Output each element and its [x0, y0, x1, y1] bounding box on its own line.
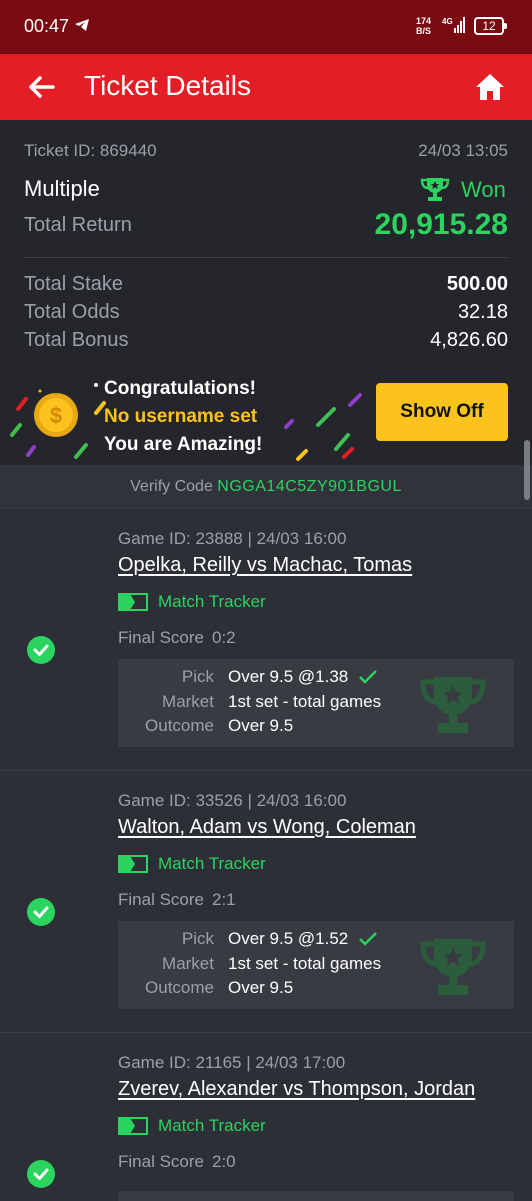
ticket-datetime: 24/03 13:05 — [418, 141, 508, 160]
outcome-label: Outcome — [145, 716, 214, 735]
match-link[interactable]: Opelka, Reilly vs Machac, Tomas — [118, 554, 412, 577]
back-arrow-icon[interactable] — [26, 72, 56, 102]
bet-type: Multiple — [24, 176, 100, 201]
network-speed: 174 B/S — [416, 16, 432, 36]
game-card: Game ID: 21165 | 24/03 17:00 Zverev, Ale… — [0, 1032, 532, 1201]
verify-code-row: Verify Code NGGA14C5ZY901BGUL — [0, 465, 532, 509]
svg-text:$: $ — [50, 403, 62, 428]
final-score-value: 2:1 — [211, 890, 236, 909]
congrats-line1: Congratulations! — [104, 378, 256, 399]
battery-indicator: 12 — [474, 17, 507, 35]
checkmark-icon — [359, 670, 377, 684]
pick-details: Pick Over 9.5 @1.38 Market 1st set - tot… — [118, 659, 514, 747]
game-card: Game ID: 33526 | 24/03 16:00 Walton, Ada… — [0, 770, 532, 1033]
telegram-icon — [75, 19, 89, 31]
signal-icon: 4G — [442, 17, 465, 33]
total-return-label: Total Return — [24, 214, 132, 236]
market-value: 1st set - total games — [228, 954, 382, 973]
check-icon — [27, 898, 55, 926]
market-label: Market — [162, 954, 214, 973]
check-icon — [27, 1160, 55, 1188]
home-icon[interactable] — [474, 71, 506, 103]
total-stake-value: 500.00 — [446, 273, 508, 295]
market-value: 1st set - total games — [228, 692, 382, 711]
check-icon — [27, 636, 55, 664]
match-tracker-label: Match Tracker — [158, 1116, 266, 1135]
trophy-icon — [420, 939, 486, 995]
total-odds-label: Total Odds — [24, 301, 120, 323]
final-score: Final Score 2:1 — [118, 890, 236, 909]
pick-details: Pick Over 9.5 @1.52 Market 1st set - tot… — [118, 921, 514, 1009]
match-tracker-label: Match Tracker — [158, 854, 266, 873]
total-bonus-value: 4,826.60 — [430, 329, 508, 351]
game-id: Game ID: 21165 | 24/03 17:00 — [118, 1053, 346, 1072]
congrats-line2: No username set — [104, 406, 258, 427]
market-label: Market — [162, 692, 214, 711]
verify-code-value[interactable]: NGGA14C5ZY901BGUL — [217, 478, 402, 495]
game-id: Game ID: 23888 | 24/03 16:00 — [118, 529, 347, 548]
verify-code-label: Verify Code — [130, 478, 213, 495]
trophy-icon — [420, 677, 486, 733]
svg-text:4G: 4G — [442, 17, 453, 26]
pick-label: Pick — [181, 667, 214, 686]
total-odds-value: 32.18 — [457, 301, 508, 323]
ticket-id: Ticket ID: 869440 — [24, 141, 157, 160]
checkmark-icon — [359, 932, 377, 946]
status-time: 00:47 — [24, 16, 70, 36]
game-card: Game ID: 23888 | 24/03 16:00 Opelka, Rei… — [0, 508, 532, 771]
pick-value: Over 9.5 @1.52 — [228, 929, 349, 948]
congrats-line3: You are Amazing! — [104, 434, 263, 455]
coin-icon: $ — [34, 393, 78, 437]
page-title: Ticket Details — [84, 70, 252, 101]
outcome-value: Over 9.5 — [228, 716, 294, 735]
match-tracker-label: Match Tracker — [158, 592, 266, 611]
match-tracker-icon — [118, 593, 148, 611]
total-return-value: 20,915.28 — [374, 208, 508, 241]
outcome-value: Over 9.5 — [228, 978, 294, 997]
match-tracker-icon — [118, 1117, 148, 1135]
app-bar: Ticket Details — [0, 54, 532, 120]
show-off-button[interactable]: Show Off — [376, 383, 508, 441]
scrollbar[interactable] — [524, 440, 530, 500]
congrats-banner: $ Congratulations! No username set You a… — [0, 365, 532, 465]
final-score-value: 2:0 — [211, 1152, 236, 1171]
pick-value: Over 9.5 @1.38 — [228, 667, 349, 686]
status-won: Won — [461, 177, 506, 202]
match-tracker-icon — [118, 855, 148, 873]
trophy-icon — [420, 178, 450, 201]
match-link[interactable]: Zverev, Alexander vs Thompson, Jordan — [118, 1078, 475, 1101]
final-score: Final Score 2:0 — [118, 1152, 236, 1171]
status-bar: 00:47 174 B/S 4G 12 — [0, 0, 532, 54]
total-stake-label: Total Stake — [24, 273, 123, 295]
divider — [24, 257, 508, 258]
final-score-value: 0:2 — [211, 628, 236, 647]
final-score: Final Score 0:2 — [118, 628, 236, 647]
pick-label: Pick — [181, 929, 214, 948]
total-bonus-label: Total Bonus — [24, 329, 129, 351]
outcome-label: Outcome — [145, 978, 214, 997]
match-link[interactable]: Walton, Adam vs Wong, Coleman — [118, 816, 416, 839]
game-id: Game ID: 33526 | 24/03 16:00 — [118, 791, 347, 810]
